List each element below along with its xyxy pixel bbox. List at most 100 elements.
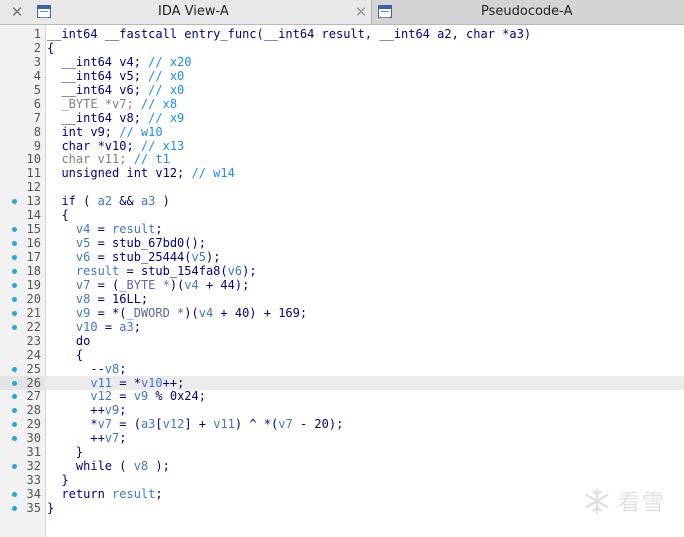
line-gutter-cell[interactable]: 23: [0, 334, 45, 348]
breakpoint-dot-icon[interactable]: [12, 380, 17, 386]
line-gutter-cell[interactable]: 18: [0, 264, 45, 278]
breakpoint-dot-icon[interactable]: [12, 394, 17, 400]
close-icon[interactable]: ✕: [353, 4, 369, 20]
code-text[interactable]: result = stub_154fa8(v6);: [47, 264, 257, 278]
code-line[interactable]: 26 v11 = *v10++;: [0, 375, 684, 390]
code-line[interactable]: 15 v4 = result;: [0, 222, 684, 236]
line-gutter-cell[interactable]: 19: [0, 278, 45, 292]
line-gutter-cell[interactable]: 4: [0, 69, 45, 83]
code-text[interactable]: }: [47, 445, 83, 459]
code-line[interactable]: 6 _BYTE *v7; // x8: [0, 97, 684, 111]
code-line[interactable]: 7 __int64 v8; // x9: [0, 111, 684, 125]
line-gutter-cell[interactable]: 6: [0, 97, 45, 111]
close-icon[interactable]: ✕: [9, 4, 25, 20]
code-text[interactable]: --v8;: [47, 362, 126, 376]
code-line[interactable]: 10 char v11; // t1: [0, 152, 684, 166]
code-line[interactable]: 16 v5 = stub_67bd0();: [0, 236, 684, 250]
breakpoint-dot-icon[interactable]: [12, 227, 17, 233]
line-gutter-cell[interactable]: 9: [0, 139, 45, 153]
line-gutter-cell[interactable]: 20: [0, 292, 45, 306]
code-line[interactable]: 30 ++v7;: [0, 431, 684, 445]
code-line[interactable]: 23 do: [0, 334, 684, 348]
code-text[interactable]: char v11; // t1: [47, 152, 169, 166]
code-line[interactable]: 32 while ( v8 );: [0, 459, 684, 473]
breakpoint-dot-icon[interactable]: [12, 241, 17, 247]
breakpoint-dot-icon[interactable]: [12, 492, 17, 498]
line-gutter-cell[interactable]: 3: [0, 55, 45, 69]
code-line[interactable]: 18 result = stub_154fa8(v6);: [0, 264, 684, 278]
code-line[interactable]: 24 {: [0, 348, 684, 362]
code-text[interactable]: *v7 = (a3[v12] + v11) ^ *(v7 - 20);: [47, 417, 343, 431]
line-gutter-cell[interactable]: 22: [0, 320, 45, 334]
breakpoint-dot-icon[interactable]: [12, 464, 17, 470]
code-text[interactable]: if ( a2 && a3 ): [47, 194, 169, 208]
breakpoint-dot-icon[interactable]: [12, 310, 17, 316]
breakpoint-dot-icon[interactable]: [12, 296, 17, 302]
line-gutter-cell[interactable]: 1: [0, 27, 45, 41]
breakpoint-dot-icon[interactable]: [12, 268, 17, 274]
code-line[interactable]: 14 {: [0, 208, 684, 222]
code-line[interactable]: 17 v6 = stub_25444(v5);: [0, 250, 684, 264]
line-gutter-cell[interactable]: 30: [0, 431, 45, 445]
code-text[interactable]: {: [47, 41, 54, 55]
breakpoint-dot-icon[interactable]: [12, 422, 17, 428]
line-gutter-cell[interactable]: 27: [0, 389, 45, 403]
line-gutter-cell[interactable]: 5: [0, 83, 45, 97]
line-gutter-cell[interactable]: 35: [0, 501, 45, 515]
code-text[interactable]: {: [47, 348, 83, 362]
code-line[interactable]: 29 *v7 = (a3[v12] + v11) ^ *(v7 - 20);: [0, 417, 684, 431]
line-gutter-cell[interactable]: 13: [0, 194, 45, 208]
code-line[interactable]: 4 __int64 v5; // x0: [0, 69, 684, 83]
line-gutter-cell[interactable]: 12: [0, 180, 45, 194]
line-gutter-cell[interactable]: 14: [0, 208, 45, 222]
line-gutter-cell[interactable]: 32: [0, 459, 45, 473]
breakpoint-dot-icon[interactable]: [12, 255, 17, 261]
line-gutter-cell[interactable]: 16: [0, 236, 45, 250]
code-text[interactable]: return result;: [47, 487, 162, 501]
line-gutter-cell[interactable]: 33: [0, 473, 45, 487]
tab-ida-view-a[interactable]: ✕ IDA View-A: [0, 0, 372, 24]
code-text[interactable]: __int64 v6; // x0: [47, 83, 184, 97]
code-line[interactable]: 2{: [0, 41, 684, 55]
code-line[interactable]: 13 if ( a2 && a3 ): [0, 194, 684, 208]
code-text[interactable]: __int64 v4; // x20: [47, 55, 191, 69]
pseudocode-view[interactable]: 1 __int64 __fastcall entry_func(__int64 r…: [0, 25, 684, 537]
breakpoint-dot-icon[interactable]: [12, 366, 17, 372]
code-text[interactable]: v12 = v9 % 0x24;: [47, 389, 206, 403]
code-line[interactable]: 9 char *v10; // x13: [0, 139, 684, 153]
code-line[interactable]: 19 v7 = (_BYTE *)(v4 + 44);: [0, 278, 684, 292]
code-line[interactable]: 11 unsigned int v12; // w14: [0, 166, 684, 180]
line-gutter-cell[interactable]: 15: [0, 222, 45, 236]
tab-pseudocode-a[interactable]: Pseudocode-A: [372, 0, 684, 24]
code-text[interactable]: v4 = result;: [47, 222, 163, 236]
line-gutter-cell[interactable]: 26: [0, 375, 45, 390]
code-text[interactable]: int v9; // w10: [47, 125, 162, 139]
code-line[interactable]: 31 }: [0, 445, 684, 459]
line-gutter-cell[interactable]: 10: [0, 152, 45, 166]
breakpoint-dot-icon[interactable]: [12, 282, 17, 288]
code-line[interactable]: 12: [0, 180, 684, 194]
breakpoint-dot-icon[interactable]: [12, 505, 17, 511]
code-text[interactable]: __int64 v5; // x0: [47, 69, 184, 83]
code-line[interactable]: 3 __int64 v4; // x20: [0, 55, 684, 69]
code-line[interactable]: 20 v8 = 16LL;: [0, 292, 684, 306]
code-line[interactable]: 27 v12 = v9 % 0x24;: [0, 389, 684, 403]
code-text[interactable]: __int64 v8; // x9: [47, 111, 184, 125]
code-text[interactable]: }: [47, 501, 54, 515]
code-line[interactable]: 22 v10 = a3;: [0, 320, 684, 334]
code-line[interactable]: 1 __int64 __fastcall entry_func(__int64 r…: [0, 27, 684, 41]
line-gutter-cell[interactable]: 11: [0, 166, 45, 180]
line-gutter-cell[interactable]: 7: [0, 111, 45, 125]
breakpoint-dot-icon[interactable]: [12, 199, 17, 205]
line-gutter-cell[interactable]: 28: [0, 403, 45, 417]
code-text[interactable]: __int64 __fastcall entry_func(__int64 re…: [47, 27, 531, 41]
line-gutter-cell[interactable]: 25: [0, 362, 45, 376]
code-text[interactable]: v11 = *v10++;: [47, 376, 184, 390]
code-text[interactable]: char *v10; // x13: [47, 139, 184, 153]
code-line[interactable]: 21 v9 = *(_DWORD *)(v4 + 40) + 169;: [0, 306, 684, 320]
code-text[interactable]: do: [47, 334, 90, 348]
code-text[interactable]: {: [47, 208, 68, 222]
line-gutter-cell[interactable]: 8: [0, 125, 45, 139]
code-text[interactable]: unsigned int v12; // w14: [47, 166, 234, 180]
breakpoint-dot-icon[interactable]: [12, 408, 17, 414]
